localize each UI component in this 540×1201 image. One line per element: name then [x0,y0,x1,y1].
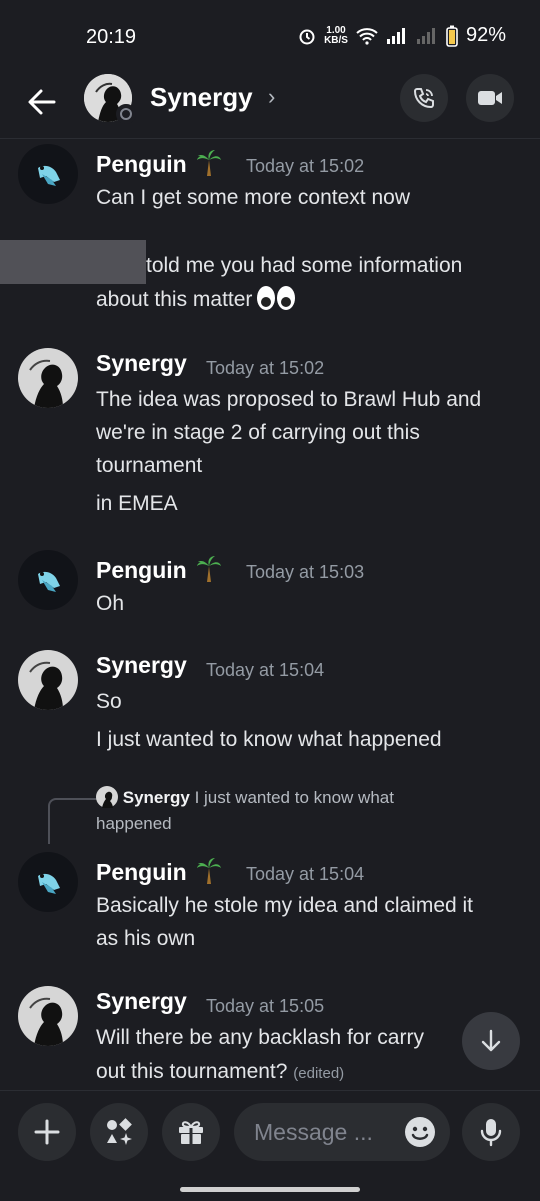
message-input-placeholder: Message ... [254,1119,373,1145]
avatar[interactable] [18,348,78,408]
status-bar: 20:19 1.00 KB/S 92% [0,0,540,74]
home-indicator [180,1187,360,1192]
message-text: we're in stage 2 of carrying out this [96,421,420,444]
signal-icon-secondary [416,27,435,44]
message-text: So [96,690,122,713]
chat-header: Synergy › [0,74,540,139]
network-speed: 1.00 KB/S [324,24,348,46]
phone-icon [413,88,434,109]
avatar[interactable] [18,550,78,610]
add-attachment-button[interactable] [18,1103,76,1161]
message-timestamp: Today at 15:04 [246,864,365,884]
message-input[interactable]: Message ... [234,1103,450,1161]
penguin-icon [38,571,60,592]
message-text: as his own [96,927,196,950]
message-author[interactable]: Penguin [96,554,223,584]
redacted-mention [0,240,146,284]
silhouette-icon [29,359,63,408]
battery-percent: 92% [465,24,506,46]
palm-tree-icon [196,150,221,176]
message-text: in EMEA [96,492,178,515]
apps-button[interactable] [90,1103,148,1161]
gift-button[interactable] [162,1103,220,1161]
wifi-icon [356,27,378,45]
message-text: Basically he stole my idea and claimed i… [96,894,474,917]
avatar[interactable] [18,650,78,710]
silhouette-icon [96,786,118,808]
plus-icon [34,1119,60,1145]
signal-icon [386,27,405,44]
status-indicator-icon [116,104,136,124]
chat-title[interactable]: Synergy [150,82,253,113]
message-text: I just wanted to know what happened [96,728,442,751]
back-arrow-icon[interactable] [24,82,60,122]
palm-tree-icon [196,858,221,884]
silhouette-icon [29,997,63,1046]
eyes-icon [257,286,296,310]
message-author[interactable]: Penguin [96,856,223,886]
message-text: Oh [96,592,125,615]
apps-icon [107,1118,132,1145]
message-composer: Message ... [0,1090,540,1201]
message-text: about this matter [96,284,296,316]
message-author[interactable]: Synergy [96,350,187,377]
gift-icon [179,1121,203,1144]
silhouette-icon [29,661,63,710]
message-text: told me you had some information [146,254,463,277]
message-author[interactable]: Synergy [96,988,187,1015]
reply-preview-continued[interactable]: happened [96,814,172,834]
microphone-icon [480,1119,502,1147]
palm-tree-icon [196,556,221,582]
message-timestamp: Today at 15:02 [206,358,325,378]
message-text: tournament [96,454,203,477]
alarm-icon [299,29,315,44]
message-timestamp: Today at 15:02 [246,156,365,176]
avatar[interactable] [18,986,78,1046]
voice-message-button[interactable] [462,1103,520,1161]
message-author[interactable]: Penguin [96,148,223,178]
arrow-down-icon [481,1029,501,1052]
emoji-icon[interactable] [404,1116,436,1148]
video-call-button[interactable] [466,74,514,122]
reply-preview[interactable]: Synergy I just wanted to know what [96,786,394,808]
message-author[interactable]: Synergy [96,652,187,679]
status-icons: 1.00 KB/S 92% [298,24,506,47]
avatar[interactable] [18,144,78,204]
message-list[interactable]: Penguin Today at 15:02 Can I get some mo… [0,138,540,1090]
message-text: Can I get some more context now [96,186,410,209]
message-timestamp: Today at 15:05 [206,996,325,1016]
penguin-icon [38,873,60,894]
message-text: out this tournament? (edited) [96,1060,345,1083]
jump-to-bottom-button[interactable] [462,1012,520,1070]
message-text: Will there be any backlash for carry [96,1026,424,1049]
message-timestamp: Today at 15:03 [246,562,365,582]
reply-connector [48,798,98,844]
video-camera-icon [478,91,502,105]
status-time: 20:19 [86,26,137,48]
penguin-icon [38,165,60,186]
message-text: The idea was proposed to Brawl Hub and [96,388,482,411]
avatar[interactable] [18,852,78,912]
battery-icon [446,25,458,47]
message-timestamp: Today at 15:04 [206,660,325,680]
chevron-right-icon[interactable]: › [268,84,275,110]
edited-label: (edited) [293,1065,345,1082]
voice-call-button[interactable] [400,74,448,122]
